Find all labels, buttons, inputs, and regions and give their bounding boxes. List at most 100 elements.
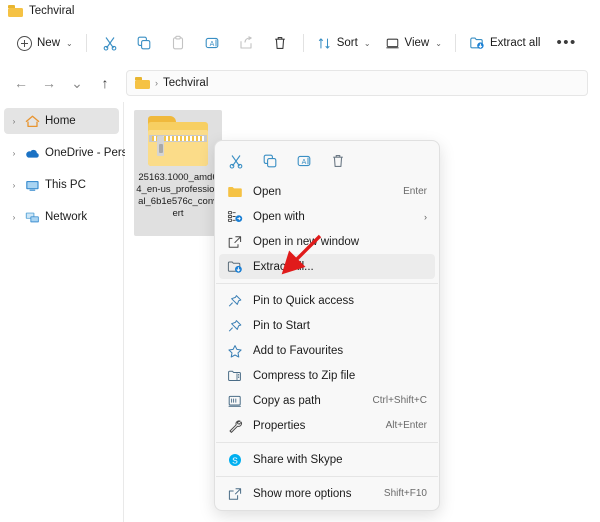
- sidebar-item-label: This PC: [45, 179, 86, 191]
- context-menu-item-copy-as-path[interactable]: Copy as path Ctrl+Shift+C: [219, 388, 435, 413]
- trash-icon: [330, 153, 346, 169]
- sidebar-item-network[interactable]: › Network: [4, 204, 119, 230]
- open-with-icon: [227, 210, 245, 224]
- folder-icon: [8, 5, 23, 17]
- context-menu-item-show-more-options[interactable]: Show more options Shift+F10: [219, 481, 435, 506]
- breadcrumb-separator: ›: [155, 78, 158, 88]
- sidebar-item-label: Home: [45, 115, 76, 127]
- context-menu-item-open[interactable]: Open Enter: [219, 179, 435, 204]
- skype-icon: S: [227, 453, 245, 467]
- command-bar: New ⌄ A Sort ⌄ View ⌄ Extract all •••: [0, 22, 600, 64]
- context-menu-divider-2: [216, 442, 438, 443]
- chevron-right-icon[interactable]: ›: [8, 117, 20, 126]
- sidebar-item-onedrive[interactable]: › OneDrive - Personal: [4, 140, 150, 166]
- copy-path-icon: [227, 394, 245, 408]
- context-menu-item-label: Copy as path: [253, 394, 321, 407]
- tab-techviral[interactable]: Techviral: [0, 0, 84, 22]
- context-menu-item-properties[interactable]: Properties Alt+Enter: [219, 413, 435, 438]
- compress-zip-icon: [227, 369, 245, 383]
- rename-icon: A: [296, 153, 312, 169]
- plus-circle-icon: [17, 35, 32, 51]
- context-menu-item-pin-to-start[interactable]: Pin to Start: [219, 313, 435, 338]
- context-menu-item-label: Share with Skype: [253, 453, 343, 466]
- ellipsis-icon: •••: [556, 34, 577, 51]
- chevron-right-icon[interactable]: ›: [8, 213, 20, 222]
- file-explorer-window: Techviral New ⌄ A Sort ⌄ View ⌄ Extract …: [0, 0, 600, 522]
- context-menu-item-add-to-favourites[interactable]: Add to Favourites: [219, 338, 435, 363]
- context-menu-item-label: Open: [253, 185, 282, 198]
- context-menu-item-label: Open with: [253, 210, 305, 223]
- back-button[interactable]: ←: [8, 70, 34, 96]
- file-name-label: 25163.1000_amd64_en-us_professional_6b1e…: [136, 172, 220, 219]
- svg-text:S: S: [232, 455, 238, 465]
- context-menu-item-extract-all[interactable]: Extract All...: [219, 254, 435, 279]
- toolbar-divider: [85, 34, 87, 52]
- svg-text:A: A: [209, 41, 214, 48]
- view-button-label: View: [404, 37, 430, 49]
- chevron-down-icon: ⌄: [435, 38, 442, 48]
- recent-locations-button[interactable]: ⌄: [64, 70, 90, 96]
- context-menu-item-label: Show more options: [253, 487, 352, 500]
- cut-button[interactable]: [93, 29, 127, 57]
- file-item[interactable]: 25163.1000_amd64_en-us_professional_6b1e…: [134, 110, 222, 236]
- properties-icon: [227, 419, 245, 433]
- context-menu-item-open-with[interactable]: Open with ›: [219, 204, 435, 229]
- context-menu-item-compress-to-zip[interactable]: Compress to Zip file: [219, 363, 435, 388]
- view-icon: [385, 36, 400, 51]
- sort-button-label: Sort: [336, 37, 358, 49]
- delete-button[interactable]: [323, 147, 353, 175]
- share-icon: [238, 35, 254, 51]
- sidebar-item-this-pc[interactable]: › This PC: [4, 172, 119, 198]
- more-options-button[interactable]: •••: [547, 29, 585, 57]
- new-button[interactable]: New ⌄: [10, 29, 80, 57]
- context-menu-item-open-in-new-window[interactable]: Open in new window: [219, 229, 435, 254]
- context-menu-divider: [216, 283, 438, 284]
- extract-all-label: Extract all: [489, 37, 541, 49]
- extract-all-icon: [469, 35, 485, 51]
- thispc-icon: [24, 178, 41, 193]
- context-menu-item-accelerator: Enter: [403, 186, 427, 197]
- context-menu-item-label: Extract All...: [253, 260, 314, 273]
- view-button[interactable]: View ⌄: [378, 29, 449, 57]
- copy-button[interactable]: [127, 29, 161, 57]
- forward-button[interactable]: →: [36, 70, 62, 96]
- copy-button[interactable]: [255, 147, 285, 175]
- new-button-label: New: [37, 37, 61, 49]
- context-menu-item-pin-to-quick-access[interactable]: Pin to Quick access: [219, 288, 435, 313]
- rename-button[interactable]: A: [289, 147, 319, 175]
- up-button[interactable]: ↑: [92, 70, 118, 96]
- context-menu-item-label: Properties: [253, 419, 306, 432]
- chevron-right-icon[interactable]: ›: [8, 181, 20, 190]
- address-bar[interactable]: › Techviral: [126, 70, 588, 96]
- chevron-right-icon[interactable]: ›: [8, 149, 20, 158]
- copy-icon: [262, 153, 278, 169]
- sort-button[interactable]: Sort ⌄: [310, 29, 378, 57]
- svg-text:A: A: [302, 159, 307, 166]
- chevron-down-icon: ⌄: [66, 38, 73, 48]
- context-menu-item-accelerator: Ctrl+Shift+C: [372, 395, 427, 406]
- folder-open-icon: [227, 185, 245, 199]
- sort-icon: [317, 36, 332, 51]
- breadcrumb[interactable]: Techviral: [163, 77, 208, 89]
- rename-icon: A: [204, 35, 220, 51]
- pin-icon: [227, 319, 245, 333]
- show-more-icon: [227, 487, 245, 501]
- rename-button[interactable]: A: [195, 29, 229, 57]
- trash-icon: [272, 35, 288, 51]
- context-menu-item-label: Pin to Start: [253, 319, 310, 332]
- context-menu-toolbar: A: [215, 145, 439, 177]
- toolbar-divider-3: [454, 34, 456, 52]
- cut-button[interactable]: [221, 147, 251, 175]
- share-button: [229, 29, 263, 57]
- sidebar-item-home[interactable]: › Home: [4, 108, 119, 134]
- navigation-pane: › Home › OneDrive - Personal › This PC ›…: [0, 102, 150, 522]
- context-menu-item-label: Compress to Zip file: [253, 369, 356, 382]
- home-icon: [24, 114, 41, 129]
- sidebar-item-label: Network: [45, 211, 88, 223]
- context-menu-item-share-with-skype[interactable]: S Share with Skype: [219, 447, 435, 472]
- delete-button[interactable]: [263, 29, 297, 57]
- title-bar: Techviral: [0, 0, 600, 22]
- context-menu-item-accelerator: Alt+Enter: [385, 420, 427, 431]
- new-window-icon: [227, 235, 245, 249]
- extract-all-button[interactable]: Extract all: [462, 29, 548, 57]
